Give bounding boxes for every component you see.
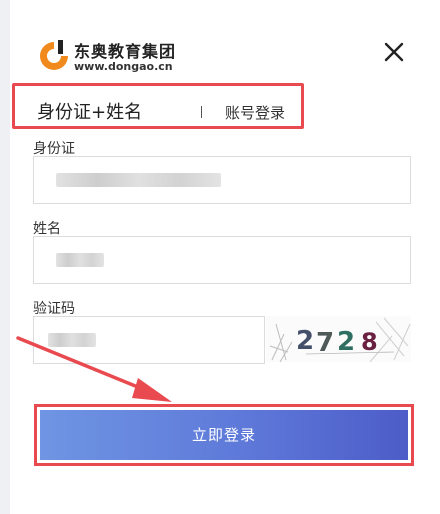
brand-name: 东奥教育集团 — [74, 42, 177, 61]
brand-logo: 东奥教育集团 www.dongao.cn — [36, 36, 176, 78]
login-modal: 东奥教育集团 www.dongao.cn 身份证+姓名 账号登录 身份证 姓名 … — [10, 0, 440, 514]
captcha-image[interactable]: 2 7 2 8 — [266, 316, 411, 362]
captcha-char-2: 7 — [316, 328, 334, 358]
tab-divider — [201, 106, 202, 118]
close-icon[interactable] — [382, 40, 406, 64]
brand-url: www.dongao.cn — [74, 60, 173, 73]
captcha-noise: 2 7 2 8 — [269, 317, 411, 362]
tab-account-login[interactable]: 账号登录 — [225, 102, 285, 123]
id-number-label: 身份证 — [33, 141, 75, 157]
name-label: 姓名 — [33, 221, 61, 237]
name-input[interactable] — [33, 236, 411, 284]
captcha-char-4: 8 — [361, 328, 378, 356]
captcha-char-3: 2 — [337, 327, 355, 357]
tab-id-name[interactable]: 身份证+姓名 — [37, 98, 142, 124]
dongao-logo-icon — [40, 40, 68, 70]
id-number-input[interactable] — [33, 156, 411, 204]
captcha-label: 验证码 — [33, 301, 75, 317]
login-button[interactable]: 立即登录 — [40, 410, 408, 460]
red-arrow-icon — [16, 336, 172, 402]
masked-name-value — [56, 253, 104, 267]
captcha-char-1: 2 — [296, 326, 314, 356]
login-tabs: 身份证+姓名 账号登录 — [12, 83, 304, 129]
masked-id-value — [56, 173, 221, 187]
page-background — [0, 0, 10, 514]
